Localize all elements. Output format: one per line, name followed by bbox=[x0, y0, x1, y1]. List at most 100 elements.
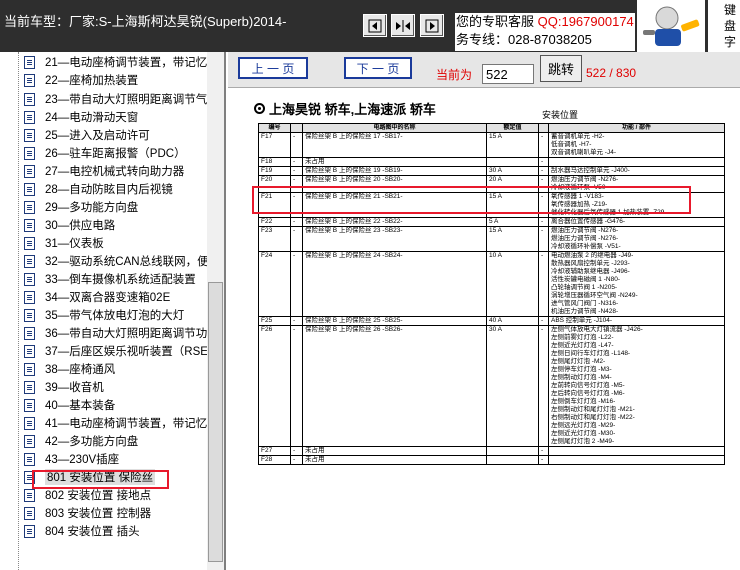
table-cell-function: 电动燃油泵 2 的继电器 -J49- 散热器风扇控制单元 -J293- 冷却液辅助泵… bbox=[548, 251, 725, 317]
prev-nav-button[interactable] bbox=[363, 14, 387, 37]
table-cell-name: 保险丝架 B 上的保险丝 24 -SB24- bbox=[302, 251, 487, 317]
tree-item[interactable]: 22—座椅加热装置 bbox=[24, 71, 138, 89]
table-cell-dash2: - bbox=[538, 325, 549, 447]
table-cell-rating bbox=[486, 157, 539, 167]
table-cell-rating: 40 A bbox=[486, 316, 539, 326]
document-icon bbox=[24, 146, 35, 160]
function-line: 活性炭罐电磁阀 1 -N80- bbox=[551, 276, 620, 283]
function-line: 左侧近光灯灯泡 -M30- bbox=[551, 430, 616, 437]
doc-subtitle: 安装位置 bbox=[542, 110, 579, 120]
function-line: 左后转向信号灯灯泡 -M6- bbox=[551, 390, 625, 397]
table-row: F17- 保险丝架 B 上的保险丝 17 -SB17- 15 A - 蓄音调机单元 -H… bbox=[258, 132, 725, 158]
document-icon bbox=[24, 380, 35, 394]
next-page-button[interactable]: 下 一 页 bbox=[344, 57, 412, 79]
car-model-label: 当前车型：厂家:S-上海斯柯达昊锐(Superb)2014- bbox=[4, 14, 287, 29]
table-cell-dash: - bbox=[290, 132, 303, 158]
tree-item[interactable]: 36—带自动大灯照明距离调节功能 bbox=[24, 324, 207, 342]
document-icon bbox=[24, 344, 35, 358]
column-header: 编号 bbox=[258, 123, 291, 133]
table-cell-no: F24 bbox=[258, 251, 291, 317]
pager-bar: 上 一 页 下 一 页 当前为 跳转 522 / 830 bbox=[228, 52, 740, 88]
table-row: F19- 保险丝架 B 上的保险丝 19 -SB19- 30 A - 刮水器马达控制单元… bbox=[258, 166, 725, 176]
tree-item[interactable]: 33—倒车摄像机系统适配装置 bbox=[24, 270, 196, 288]
document-icon bbox=[24, 290, 35, 304]
table-cell-function: 左侧气体放电大灯镇流器 -J426- 左侧前雾灯灯泡 -L22- 左侧近光灯灯泡 -… bbox=[548, 325, 725, 447]
highlight-ring-sidebar bbox=[32, 470, 169, 489]
scrollbar-thumb[interactable] bbox=[208, 282, 223, 562]
table-cell-dash2: - bbox=[538, 226, 549, 252]
table-cell-dash: - bbox=[290, 325, 303, 447]
tree-item[interactable]: 34—双离合器变速箱02E bbox=[24, 288, 170, 306]
table-cell-dash2: - bbox=[538, 157, 549, 167]
document-icon bbox=[24, 236, 35, 250]
document-page: 上海昊锐 轿车,上海速派 轿车 安装位置 编号 电路图中的名称 额定值 功能 /… bbox=[228, 89, 740, 570]
function-line: 机油压力调节阀 -N428- bbox=[551, 308, 619, 315]
document-icon bbox=[24, 200, 35, 214]
table-cell-dash2: - bbox=[538, 455, 549, 465]
table-cell-name: 未占用 bbox=[302, 446, 487, 456]
document-icon bbox=[24, 254, 35, 268]
function-line: 左侧停车灯灯泡 -M3- bbox=[551, 366, 612, 373]
chapter-tree: 21—电动座椅调节装置，带记忆功 22—座椅加热装置 23—带自动大灯照明距离调… bbox=[0, 52, 226, 570]
tree-item[interactable]: 40—基本装备 bbox=[24, 396, 115, 414]
tree-item[interactable]: 24—电动滑动天窗 bbox=[24, 108, 138, 126]
tree-item[interactable]: 803 安装位置 控制器 bbox=[24, 504, 151, 522]
tree-item[interactable]: 26—驻车距离报警（PDC） bbox=[24, 144, 186, 162]
table-row: F26- 保险丝架 B 上的保险丝 26 -SB26- 30 A - 左侧气体放电大灯镇… bbox=[258, 325, 725, 447]
function-line: 冷却液辅助泵继电器 -J496- bbox=[551, 268, 630, 275]
jump-button[interactable]: 跳转 bbox=[540, 55, 582, 82]
tree-item[interactable]: 30—供应电路 bbox=[24, 216, 115, 234]
tree-item[interactable]: 32—驱动系统CAN总线联网，便捷 bbox=[24, 252, 207, 270]
table-cell-dash2: - bbox=[538, 132, 549, 158]
tree-item[interactable]: 27—电控机械式转向助力器 bbox=[24, 162, 184, 180]
tree-item[interactable]: 28—自动防眩目内后视镜 bbox=[24, 180, 173, 198]
split-nav-button[interactable] bbox=[391, 14, 415, 37]
tree-item[interactable]: 23—带自动大灯照明距离调节气体 bbox=[24, 90, 207, 108]
tree-item[interactable]: 29—多功能方向盘 bbox=[24, 198, 138, 216]
table-cell-rating bbox=[486, 446, 539, 456]
tree-item[interactable]: 43—230V插座 bbox=[24, 450, 119, 468]
table-cell-no: F19 bbox=[258, 166, 291, 176]
tree-item[interactable]: 804 安装位置 插头 bbox=[24, 522, 140, 540]
tree-item[interactable]: 42—多功能方向盘 bbox=[24, 432, 138, 450]
tree-item[interactable]: 21—电动座椅调节装置，带记忆功 bbox=[24, 53, 207, 71]
tree-item[interactable]: 25—进入及启动许可 bbox=[24, 126, 150, 144]
column-header: 额定值 bbox=[486, 123, 539, 133]
prev-page-button[interactable]: 上 一 页 bbox=[238, 57, 308, 79]
table-cell-dash: - bbox=[290, 166, 303, 176]
document-viewer: 上 一 页 下 一 页 当前为 跳转 522 / 830 上海昊锐 轿车,上海速… bbox=[228, 52, 740, 570]
column-header bbox=[538, 123, 549, 133]
function-line: 左侧前雾灯灯泡 -L22- bbox=[551, 334, 614, 341]
tree-item[interactable]: 35—带气体放电灯泡的大灯 bbox=[24, 306, 184, 324]
page-number-input[interactable] bbox=[482, 64, 534, 84]
table-cell-rating: 30 A bbox=[486, 325, 539, 447]
function-line: 涡轮增压器循环空气阀 -N249- bbox=[551, 292, 638, 299]
function-line: 左侧倒车灯灯泡 -M16- bbox=[551, 398, 616, 405]
table-body: F17- 保险丝架 B 上的保险丝 17 -SB17- 15 A - 蓄音调机单元 -H… bbox=[258, 132, 725, 465]
function-line: 燃油压力调节阀 -N276- bbox=[551, 176, 619, 184]
next-nav-button[interactable] bbox=[420, 14, 444, 37]
qq-number[interactable]: QQ:1967900174 bbox=[538, 14, 634, 29]
table-cell-name: 未占用 bbox=[302, 455, 487, 465]
fuse-table: 编号 电路图中的名称 额定值 功能 / 部件 F17- 保险丝架 B 上的保险丝 … bbox=[258, 123, 725, 465]
tree-item[interactable]: 41—电动座椅调节装置，带记忆功 bbox=[24, 414, 207, 432]
tree-scrollbar[interactable] bbox=[207, 52, 224, 570]
tree-item[interactable]: 37—后座区娱乐视听装置（RSE） bbox=[24, 342, 207, 360]
table-cell-no: F28 bbox=[258, 455, 291, 465]
tree-item[interactable]: 38—座椅通风 bbox=[24, 360, 115, 378]
table-cell-no: F17 bbox=[258, 132, 291, 158]
document-icon bbox=[24, 164, 35, 178]
table-cell-no: F23 bbox=[258, 226, 291, 252]
function-line: 离合器位置传感器 -G476- bbox=[551, 218, 626, 226]
table-cell-name: 未占用 bbox=[302, 157, 487, 167]
tree-item[interactable]: 39—收音机 bbox=[24, 378, 104, 396]
table-row: F27- 未占用 - bbox=[258, 446, 725, 456]
document-icon bbox=[24, 524, 35, 538]
table-cell-dash: - bbox=[290, 251, 303, 317]
table-cell-no: F18 bbox=[258, 157, 291, 167]
document-icon bbox=[24, 326, 35, 340]
document-icon bbox=[24, 218, 35, 232]
table-cell-dash: - bbox=[290, 217, 303, 227]
table-cell-name: 保险丝架 B 上的保险丝 23 -SB23- bbox=[302, 226, 487, 252]
tree-item[interactable]: 31—仪表板 bbox=[24, 234, 104, 252]
